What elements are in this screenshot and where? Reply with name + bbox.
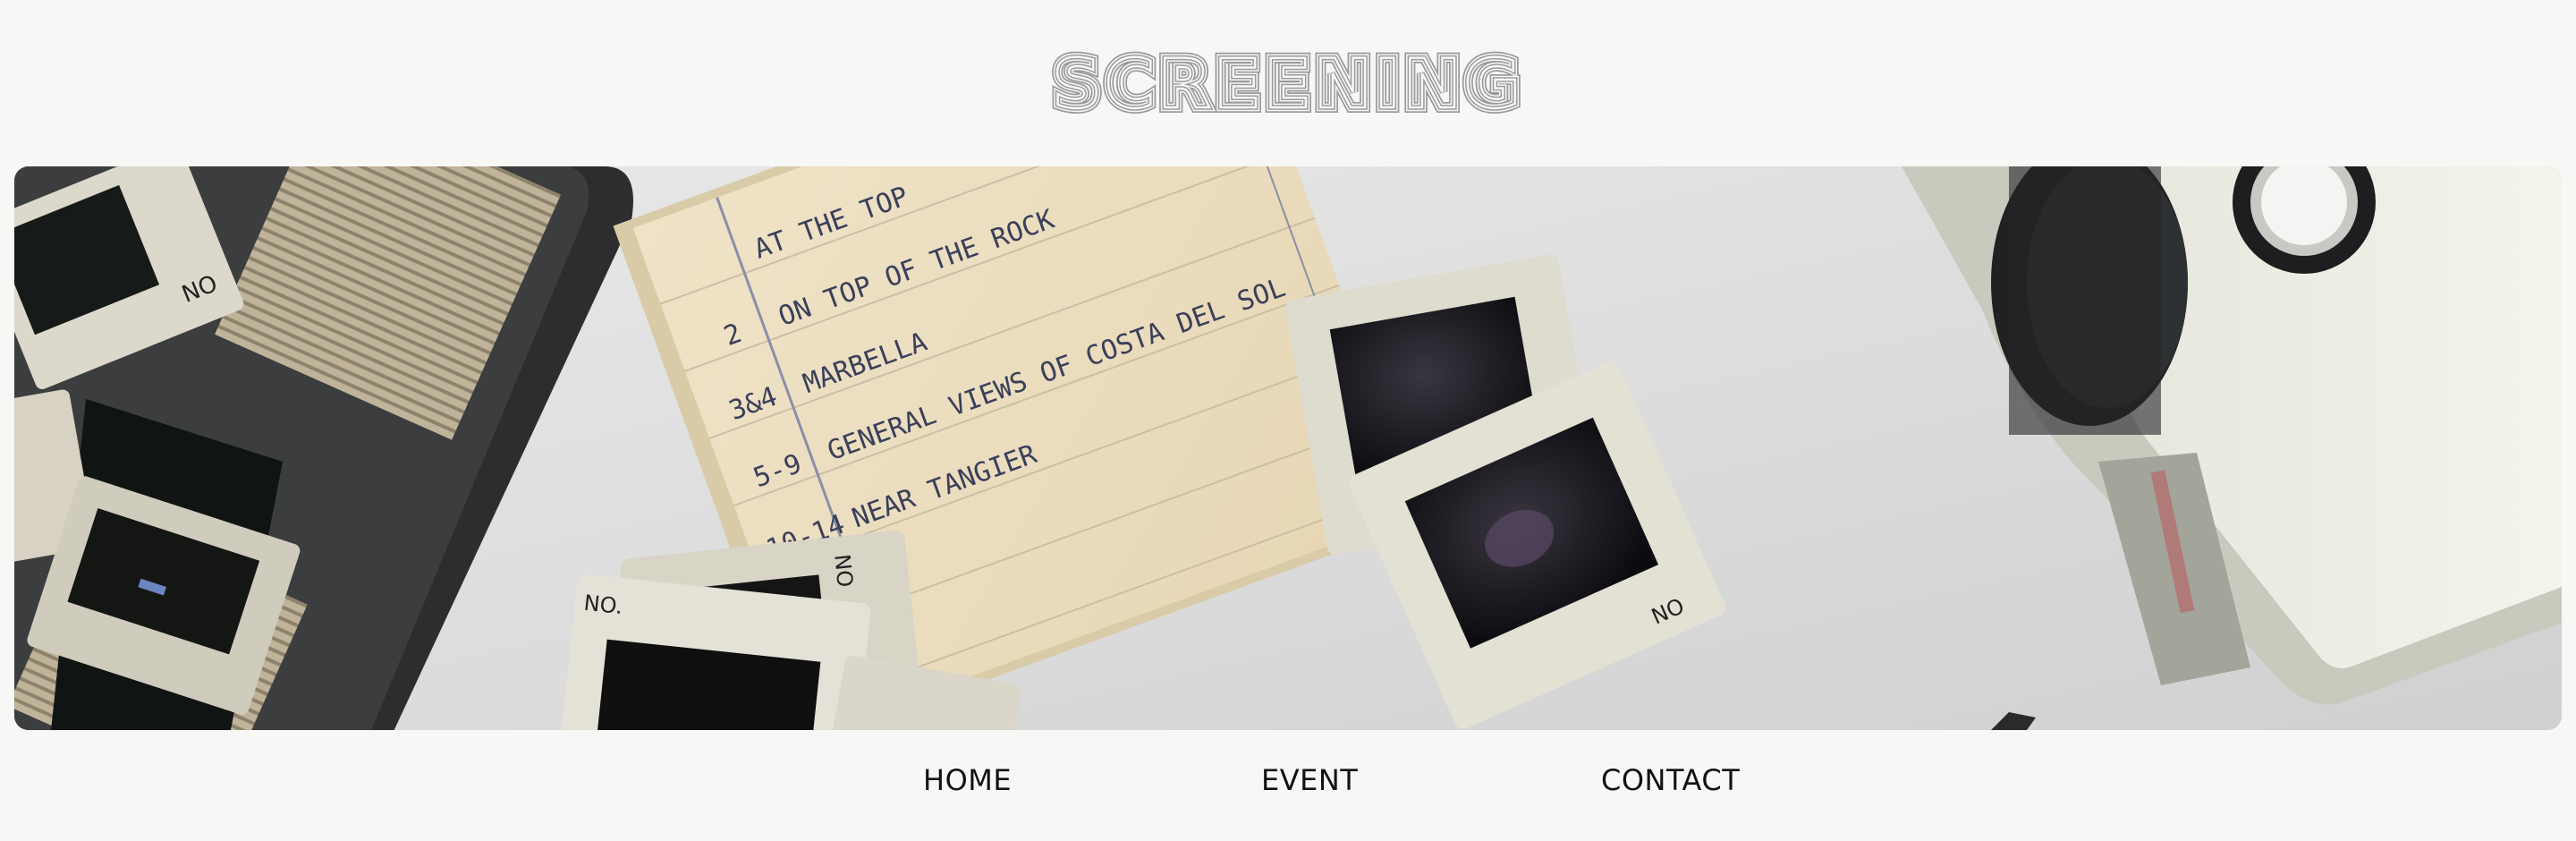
- logo-text-inner: SCREENING: [1053, 44, 1524, 123]
- nav-home[interactable]: HOME: [923, 757, 1012, 803]
- slide-label-no-4: NO: [829, 553, 858, 589]
- nav-contact[interactable]: CONTACT: [1601, 757, 1740, 803]
- hero-image: NO AT THE TOP 2 ON TOP OF THE ROCK 3&4 M…: [14, 166, 2562, 730]
- slide-label-no-5: NO.: [582, 590, 623, 619]
- site-logo[interactable]: SCREENING SCREENING SCREENING SCREENING: [0, 36, 2576, 125]
- nav-event[interactable]: EVENT: [1261, 757, 1358, 803]
- page: SCREENING SCREENING SCREENING SCREENING: [0, 0, 2576, 841]
- main-nav: HOME EVENT CONTACT: [0, 757, 2576, 803]
